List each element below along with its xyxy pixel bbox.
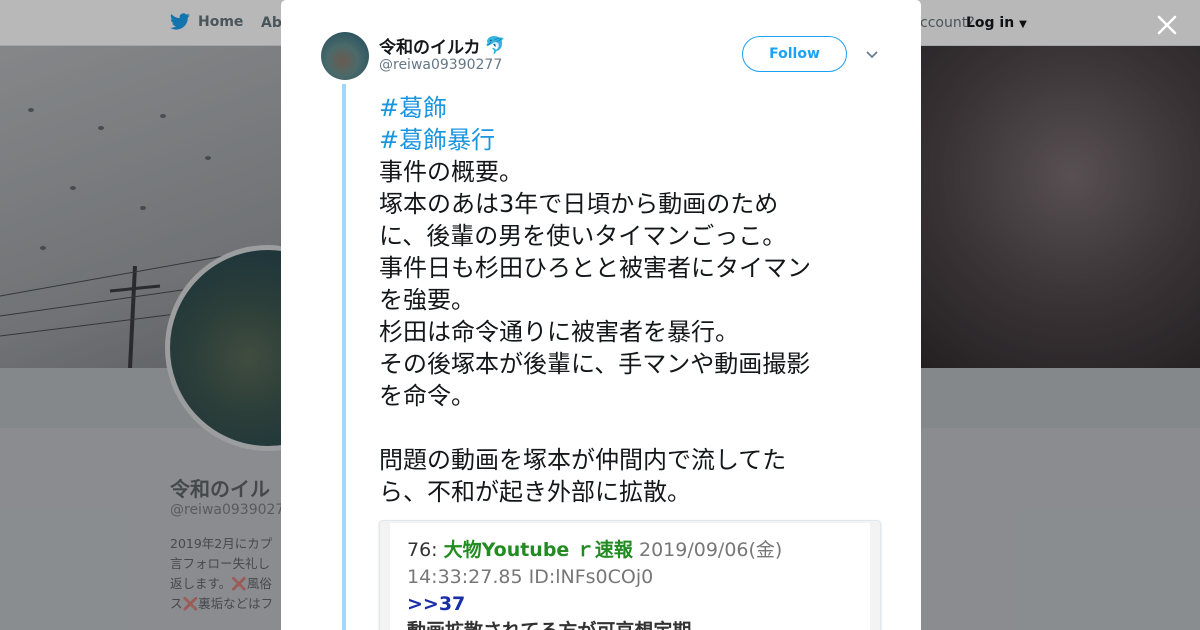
follow-button[interactable]: Follow [742, 36, 847, 72]
attached-image[interactable]: 76: 大物Youtube ｒ速報 2019/09/06(金) 14:33:27… [379, 520, 881, 630]
forum-post-screenshot: 76: 大物Youtube ｒ速報 2019/09/06(金) 14:33:27… [390, 523, 870, 630]
hashtag-link[interactable]: #葛飾 [379, 92, 889, 124]
author-name-text: 令和のイルカ [379, 38, 481, 58]
tweet-line: 事件の概要。 [379, 158, 523, 186]
dolphin-emoji-icon: 🐬 [484, 35, 506, 56]
tweet-line: その後塚本が後輩に、手マンや動画撮影 [379, 350, 811, 378]
tweet-line: 杉田は命令通りに被害者を暴行。 [379, 318, 739, 346]
tweet-line: ら、不和が起き外部に拡散。 [379, 478, 691, 506]
tweet-line: 問題の動画を塚本が仲間内で流してた [379, 446, 787, 474]
tweet-modal: 令和のイルカ 🐬 @reiwa09390277 Follow #葛飾 #葛飾暴行… [281, 0, 921, 630]
post-author: 大物Youtube ｒ速報 [443, 539, 633, 561]
chevron-down-icon[interactable] [864, 46, 880, 62]
tweet-line: 事件日も杉田ひろとと被害者にタイマン [379, 254, 811, 282]
post-header: 76: 大物Youtube ｒ速報 2019/09/06(金) [407, 537, 853, 564]
author-handle[interactable]: @reiwa09390277 [379, 57, 502, 73]
close-icon[interactable] [1152, 10, 1182, 40]
thread-line [342, 84, 346, 630]
post-number: 76: [407, 539, 438, 561]
tweet-line: を命令。 [379, 382, 475, 410]
tweet-text: #葛飾 #葛飾暴行 事件の概要。 塚本のあは3年で日頃から動画のため に、後輩の… [379, 92, 889, 508]
post-body: 動画拡散されてる方が可哀想定期 [407, 618, 853, 630]
hashtag-link[interactable]: #葛飾暴行 [379, 124, 889, 156]
author-name[interactable]: 令和のイルカ 🐬 [379, 33, 506, 59]
post-time-id: 14:33:27.85 ID:lNFs0COj0 [407, 566, 654, 588]
tweet-line: を強要。 [379, 286, 475, 314]
tweet-line: 塚本のあは3年で日頃から動画のため [379, 190, 779, 218]
author-avatar[interactable] [321, 32, 369, 80]
reply-link: >>37 [407, 593, 466, 615]
post-date: 2019/09/06(金) [638, 539, 783, 561]
tweet-line: に、後輩の男を使いタイマンごっこ。 [379, 222, 787, 250]
